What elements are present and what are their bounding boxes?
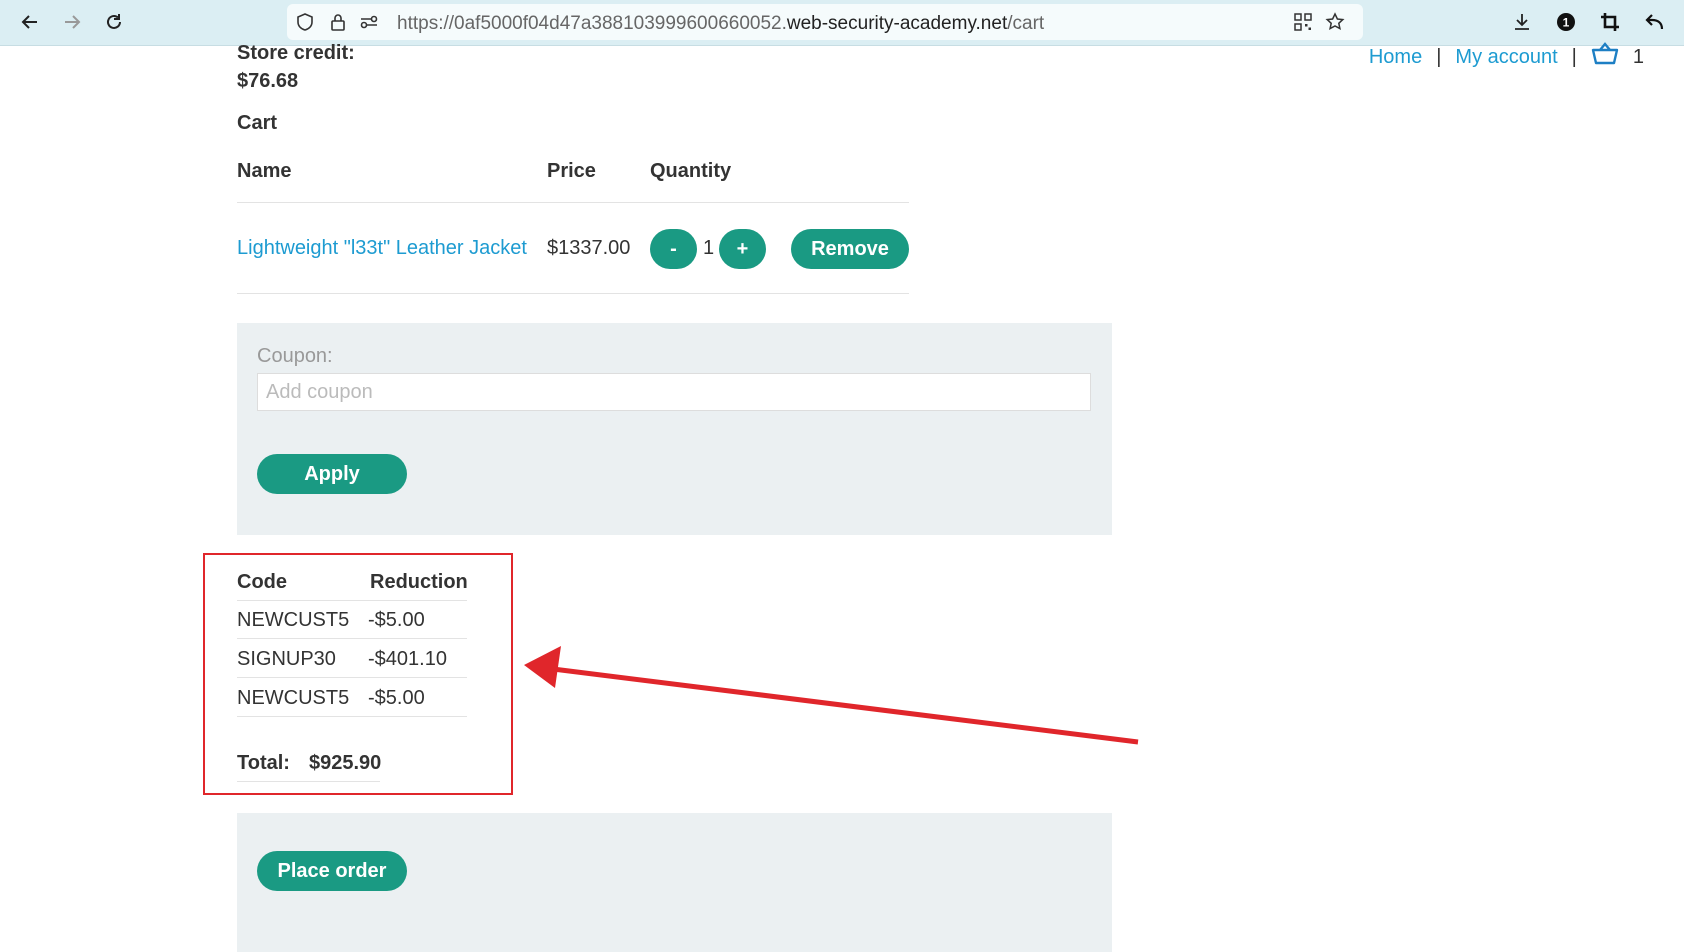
extension-badge-icon[interactable]: 1: [1552, 8, 1580, 36]
reduction-code: NEWCUST5: [237, 609, 350, 631]
reduction-amount: -$5.00: [368, 687, 425, 709]
reduction-header-amount: Reduction: [370, 571, 468, 593]
reduction-amount: -$401.10: [368, 648, 447, 670]
download-icon[interactable]: [1508, 8, 1536, 36]
cart-item-price: $1337.00: [547, 237, 631, 259]
reduction-code: SIGNUP30: [237, 648, 336, 670]
site-settings-icon[interactable]: [359, 12, 379, 32]
back-arrow-icon[interactable]: [16, 8, 44, 36]
place-order-button[interactable]: Place order: [257, 851, 407, 891]
total-value: $925.90: [309, 752, 382, 774]
column-header-name: Name: [237, 160, 292, 182]
table-divider: [237, 600, 467, 601]
shield-icon[interactable]: [295, 12, 315, 32]
table-divider: [237, 677, 467, 678]
nav-home-link[interactable]: Home: [1369, 46, 1422, 69]
undo-arrow-icon[interactable]: [1640, 8, 1668, 36]
nav-separator: |: [1436, 45, 1442, 68]
coupon-panel: Coupon: Apply: [237, 323, 1112, 535]
nav-my-account-link[interactable]: My account: [1455, 46, 1557, 69]
column-header-price: Price: [547, 160, 596, 182]
address-bar[interactable]: https://0af5000f04d47a388103999600660052…: [287, 4, 1363, 40]
coupon-label: Coupon:: [257, 345, 333, 367]
store-credit-label: Store credit:: [237, 42, 355, 64]
cart-basket-icon[interactable]: [1591, 42, 1619, 72]
column-header-quantity: Quantity: [650, 160, 732, 182]
cart-item-link[interactable]: Lightweight "l33t" Leather Jacket: [237, 237, 527, 260]
coupon-input[interactable]: [257, 373, 1091, 411]
cart-heading: Cart: [237, 112, 278, 134]
decrement-quantity-button[interactable]: -: [650, 229, 697, 269]
url-text: https://0af5000f04d47a388103999600660052…: [397, 13, 1045, 34]
quantity-value: 1: [703, 237, 715, 259]
apply-coupon-button[interactable]: Apply: [257, 454, 407, 494]
place-order-panel: Place order: [237, 813, 1112, 952]
reduction-amount: -$5.00: [368, 609, 425, 631]
crop-icon[interactable]: [1596, 8, 1624, 36]
browser-toolbar: https://0af5000f04d47a388103999600660052…: [0, 0, 1684, 46]
lock-icon[interactable]: [328, 12, 348, 32]
top-nav: Home | My account | 1: [1369, 42, 1644, 72]
cart-page: Store credit: $76.68 Cart Home | My acco…: [0, 42, 1684, 952]
table-divider: [237, 638, 467, 639]
forward-arrow-icon[interactable]: [58, 8, 86, 36]
table-divider: [237, 716, 467, 717]
bookmark-star-icon[interactable]: [1325, 12, 1345, 32]
remove-item-button[interactable]: Remove: [791, 229, 909, 269]
table-divider: [237, 781, 380, 782]
table-divider: [237, 293, 909, 294]
nav-separator: |: [1571, 45, 1577, 68]
increment-quantity-button[interactable]: +: [719, 229, 766, 269]
table-divider: [237, 202, 909, 203]
svg-text:1: 1: [1563, 16, 1570, 30]
total-label: Total:: [237, 752, 290, 774]
store-credit-value: $76.68: [237, 70, 299, 92]
qr-code-icon[interactable]: [1293, 12, 1313, 32]
reload-icon[interactable]: [100, 8, 128, 36]
cart-count: 1: [1632, 45, 1644, 68]
reduction-header-code: Code: [237, 571, 287, 593]
reduction-code: NEWCUST5: [237, 687, 350, 709]
